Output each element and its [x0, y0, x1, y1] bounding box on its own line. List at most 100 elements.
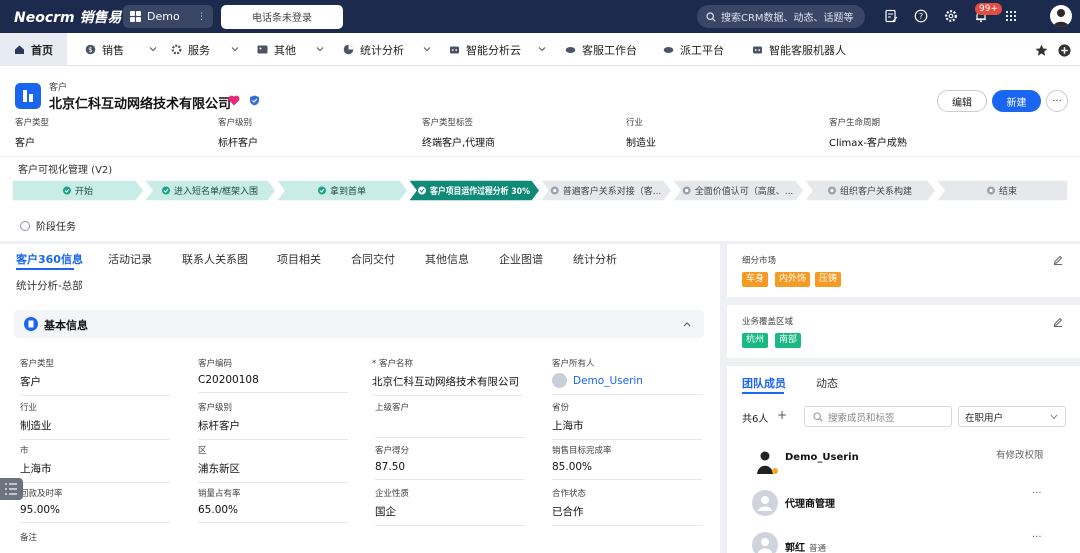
apps-grid-icon[interactable]	[1004, 9, 1018, 23]
app-logo[interactable]: Neocrm 销售易	[14, 7, 122, 27]
nav-item-other[interactable]: 其他	[257, 33, 296, 66]
member-avatar	[752, 490, 778, 516]
stage-step-content: 全面价值认可（高度、...	[682, 185, 793, 197]
field-divider	[198, 522, 348, 523]
settings-gear-icon[interactable]	[944, 9, 958, 23]
tab-team-members[interactable]: 团队成员	[742, 375, 786, 391]
member-search-placeholder: 搜索成员和标签	[828, 412, 895, 424]
chevron-down-icon[interactable]	[538, 45, 546, 53]
field-value: 客户	[20, 376, 41, 388]
global-search-input[interactable]: 搜索CRM数据、动态、话题等	[697, 5, 865, 28]
field-market-share: 销量占有率 65.00%	[198, 487, 348, 523]
field-value: 已合作	[552, 506, 584, 518]
nav-item-label: 派工平台	[680, 43, 724, 57]
member-name-with-role[interactable]: 郭红 普通	[785, 539, 826, 553]
pencil-icon[interactable]	[1053, 317, 1063, 327]
field-city: 市上海市	[20, 444, 170, 483]
field-divider	[198, 439, 348, 440]
tab-contact-graph[interactable]: 联系人关系图	[182, 251, 248, 267]
chevron-up-icon[interactable]	[682, 320, 692, 328]
field-divider	[552, 439, 702, 440]
member-name: 郭红	[785, 543, 805, 553]
more-actions-button[interactable]: ···	[1046, 90, 1068, 112]
field-divider	[375, 479, 525, 480]
tab-activity-feed[interactable]: 动态	[816, 375, 838, 391]
field-label: 客户得分	[375, 446, 410, 456]
side-menu-toggle[interactable]	[0, 478, 23, 500]
user-avatar[interactable]	[1050, 5, 1072, 27]
member-more-button[interactable]: ···	[1032, 488, 1042, 499]
stage-progress-bar: 开始 进入短名单/框架入围 拿到首单 客户项目运作过程分析 30% 普遍客户关系对接（客…	[12, 180, 1068, 201]
subtab-statistics-hq[interactable]: 统计分析-总部	[16, 278, 83, 293]
nav-item-statistics[interactable]: 统计分析	[343, 33, 404, 66]
field-label: 客户级别	[218, 118, 253, 128]
check-circle-icon	[161, 186, 170, 195]
pending-dot-center	[830, 188, 834, 193]
tab-enterprise-graph[interactable]: 企业图谱	[499, 251, 543, 267]
nav-item-analytics-cloud[interactable]: 智能分析云	[449, 33, 521, 66]
nav-item-chatbot[interactable]: 智能客服机器人	[752, 33, 846, 66]
edit-note-icon[interactable]	[884, 9, 898, 23]
stage-step-label: 拿到首单	[330, 185, 366, 197]
field-label: 行业	[626, 118, 644, 128]
field-customer-name: * 客户名称 北京仁科互动网络技术有限公司	[372, 357, 522, 396]
field-sales-target-rate: 销售目标完成率 85.00%	[552, 444, 702, 480]
nav-item-home[interactable]: 首页	[0, 33, 67, 66]
field-label: 回款及时率	[20, 489, 63, 499]
owner-link[interactable]: Demo_Userin	[573, 375, 643, 387]
tab-projects[interactable]: 项目相关	[277, 251, 321, 267]
check-circle-icon	[418, 186, 426, 195]
app-grid-icon	[130, 11, 141, 22]
field-industry: 行业 制造业	[20, 401, 170, 440]
nav-item-label: 首页	[31, 43, 53, 57]
member-search-input[interactable]: 搜索成员和标签	[804, 406, 952, 427]
star-icon[interactable]	[1035, 44, 1048, 57]
search-icon	[706, 11, 716, 22]
field-label: 客户级别	[198, 403, 233, 413]
nav-item-dispatch[interactable]: 派工平台	[663, 33, 724, 66]
tab-activity[interactable]: 活动记录	[108, 251, 152, 267]
chevron-down-icon[interactable]	[231, 45, 239, 53]
new-button[interactable]: 新建	[992, 90, 1041, 112]
member-status-select[interactable]: 在职用户	[958, 406, 1066, 427]
heart-icon[interactable]	[228, 95, 240, 106]
member-more-button[interactable]: ···	[1032, 532, 1042, 543]
member-name[interactable]: Demo_Userin	[785, 452, 859, 463]
field-value: 上海市	[20, 463, 52, 475]
panel-divider	[727, 358, 1080, 366]
field-divider	[20, 482, 170, 483]
add-circle-icon[interactable]	[1058, 44, 1071, 57]
tab-customer-360[interactable]: 客户360信息	[16, 251, 83, 267]
field-label: 客户类型标签	[422, 118, 474, 128]
chevron-down-icon[interactable]	[149, 45, 157, 53]
field-divider	[372, 395, 522, 396]
tab-other-info[interactable]: 其他信息	[425, 251, 469, 267]
help-icon[interactable]: ?	[914, 9, 928, 23]
workspace-label: Demo	[147, 10, 180, 23]
shield-icon[interactable]	[249, 95, 260, 106]
workspace-switcher[interactable]: Demo ⋮	[123, 5, 213, 28]
field-customer-type: 客户类型 客户	[20, 357, 170, 396]
field-customer-code: 客户编码 C20200108	[198, 357, 348, 393]
owner-avatar	[552, 373, 567, 388]
member-name[interactable]: 代理商管理	[785, 495, 835, 510]
home-icon	[15, 45, 24, 54]
edit-button[interactable]: 编辑	[937, 90, 987, 112]
basic-info-section-header[interactable]	[14, 310, 704, 338]
nav-item-sales[interactable]: $ 销售	[85, 33, 124, 66]
tab-contracts[interactable]: 合同交付	[351, 251, 395, 267]
nav-item-service-desk[interactable]: 客服工作台	[565, 33, 637, 66]
field-value: 客户	[15, 138, 35, 149]
add-member-button[interactable]: +	[777, 408, 787, 422]
field-value: 85.00%	[552, 461, 593, 473]
tab-statistics[interactable]: 统计分析	[573, 251, 617, 267]
header-field: 客户类型 客户	[15, 116, 205, 149]
pencil-icon[interactable]	[1053, 255, 1063, 265]
nav-item-service[interactable]: 服务	[171, 33, 210, 66]
phone-status-button[interactable]: 电话条未登录	[221, 4, 343, 29]
field-remarks: 备注	[20, 531, 170, 543]
chevron-down-icon[interactable]	[423, 45, 431, 53]
member-permission: 有修改权限	[996, 450, 1044, 461]
chevron-down-icon[interactable]	[316, 45, 324, 53]
stage-task-link[interactable]: 阶段任务	[20, 218, 76, 233]
